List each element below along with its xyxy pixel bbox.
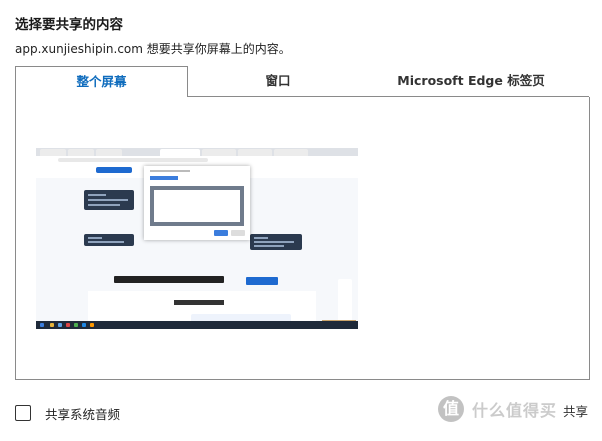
dialog-title: 选择要共享的内容 — [15, 17, 123, 33]
tooltip-box — [250, 234, 302, 250]
hero-text — [114, 276, 224, 283]
browser-page — [36, 164, 358, 329]
audio-option: 共享系统音频 — [15, 402, 120, 424]
taskbar-icon — [66, 323, 70, 327]
share-audio-checkbox[interactable] — [15, 405, 31, 421]
tab-window[interactable]: 窗口 — [203, 66, 353, 95]
preview-panel — [15, 97, 590, 380]
browser-tab — [160, 149, 200, 156]
browser-tab — [68, 149, 94, 156]
card-title — [174, 300, 224, 305]
browser-tab — [40, 149, 66, 156]
taskbar-icon — [58, 323, 62, 327]
share-audio-label: 共享系统音频 — [45, 406, 121, 422]
side-toolbar — [338, 279, 352, 323]
taskbar-icon — [90, 323, 94, 327]
browser-tab — [238, 149, 272, 156]
taskbar-icon — [74, 323, 78, 327]
hero-button — [246, 277, 278, 285]
tab-entire-screen[interactable]: 整个屏幕 — [15, 66, 188, 97]
taskbar-icon — [40, 323, 44, 327]
watermark: 值 什么值得买 — [438, 396, 557, 422]
browser-tab — [202, 149, 236, 156]
tooltip-box — [84, 234, 134, 246]
watermark-logo: 值 — [438, 396, 464, 422]
tooltip-box — [84, 190, 134, 210]
site-logo — [96, 167, 132, 173]
taskbar — [36, 321, 358, 329]
tab-bar: 整个屏幕 窗口 Microsoft Edge 标签页 — [15, 66, 589, 97]
share-button[interactable]: 共享 — [563, 401, 588, 420]
tab-edge-tabs[interactable]: Microsoft Edge 标签页 — [353, 66, 589, 95]
watermark-text: 什么值得买 — [472, 401, 558, 420]
taskbar-icon — [50, 323, 54, 327]
browser-tab-strip — [36, 148, 358, 156]
dialog-subtitle: app.xunjieshipin.com 想要共享你屏幕上的内容。 — [15, 42, 291, 56]
taskbar-icon — [82, 323, 86, 327]
browser-tab — [96, 149, 122, 156]
mini-share-dialog — [144, 166, 250, 240]
screen-thumbnail[interactable] — [36, 148, 358, 329]
browser-tab — [274, 149, 308, 156]
